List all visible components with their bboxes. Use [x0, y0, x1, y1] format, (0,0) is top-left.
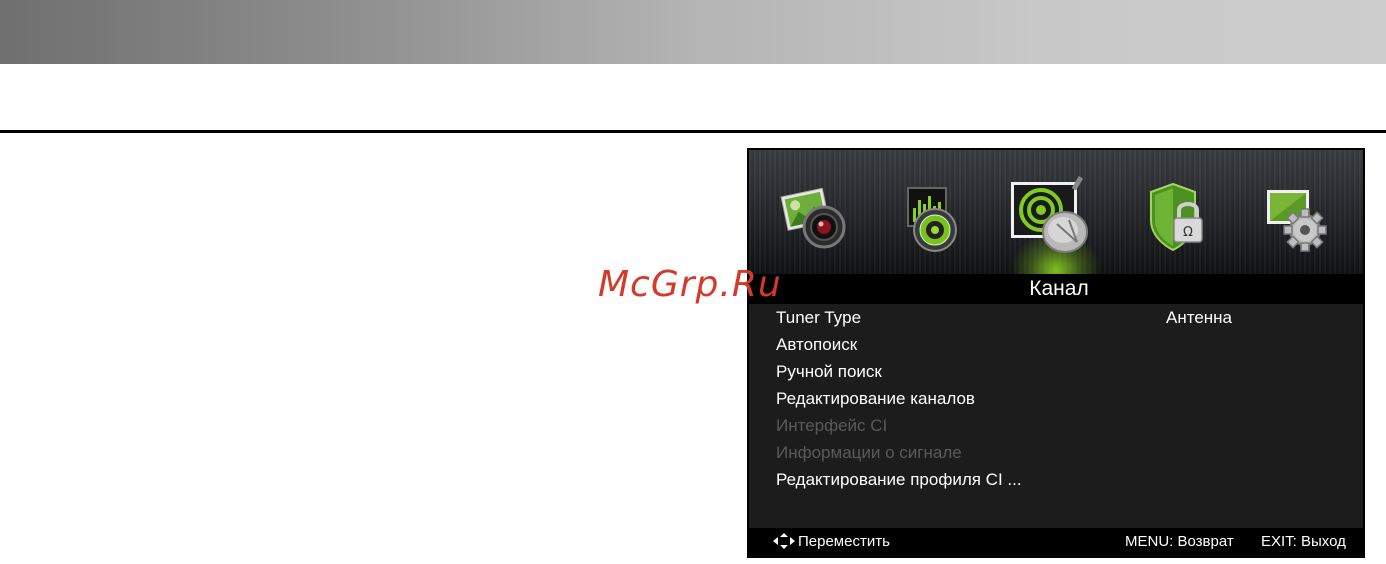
channel-menu-list: Tuner Type Антенна Автопоиск Ручной поис… — [749, 304, 1363, 528]
exit-hint: EXIT: Выход — [1261, 533, 1346, 550]
menu-item-ci-profile-edit[interactable]: Редактирование профиля CI ... — [776, 466, 1336, 493]
menu-item-label: Редактирование профиля CI ... — [776, 470, 1022, 489]
channel-icon[interactable] — [1005, 172, 1095, 262]
footer-hint-bar: Переместить MENU: Возврат EXIT: Выход — [749, 528, 1363, 556]
picture-icon[interactable] — [777, 178, 857, 258]
page-title: Канал — [1029, 277, 1089, 300]
lock-icon[interactable]: Ω — [1141, 178, 1221, 258]
navigation-arrows-icon — [773, 533, 795, 549]
menu-item-tuner-type[interactable]: Tuner Type Антенна — [776, 304, 1336, 331]
menu-item-label: Информации о сигнале — [776, 443, 962, 462]
menu-item-manual-search[interactable]: Ручной поиск — [776, 358, 1336, 385]
horizontal-rule — [0, 130, 1386, 133]
main-menu-icon-bar: Ω — [749, 150, 1363, 280]
menu-item-label: Ручной поиск — [776, 362, 882, 381]
menu-back-hint: MENU: Возврат — [1125, 533, 1234, 550]
menu-item-ci-interface: Интерфейс CI — [776, 412, 1336, 439]
move-hint-label: Переместить — [798, 533, 890, 550]
menu-item-label: Интерфейс CI — [776, 416, 888, 435]
setup-icon[interactable] — [1255, 178, 1335, 258]
sound-icon[interactable] — [892, 178, 972, 258]
move-hint: Переместить — [773, 528, 890, 556]
menu-item-signal-info: Информации о сигнале — [776, 439, 1336, 466]
tuner-type-value: Антенна — [1166, 308, 1233, 327]
svg-text:Ω: Ω — [1183, 225, 1193, 240]
menu-item-label: Редактирование каналов — [776, 389, 975, 408]
menu-item-auto-search[interactable]: Автопоиск — [776, 331, 1336, 358]
menu-item-channel-edit[interactable]: Редактирование каналов — [776, 385, 1336, 412]
menu-item-label: Tuner Type — [776, 308, 862, 327]
menu-title-bar: Канал — [749, 274, 1363, 304]
tv-osd-menu: Ω Канал Tuner Type Антенна Автопоиск Руч… — [747, 148, 1365, 558]
menu-item-label: Автопоиск — [776, 335, 858, 354]
top-gradient-band — [0, 0, 1386, 64]
